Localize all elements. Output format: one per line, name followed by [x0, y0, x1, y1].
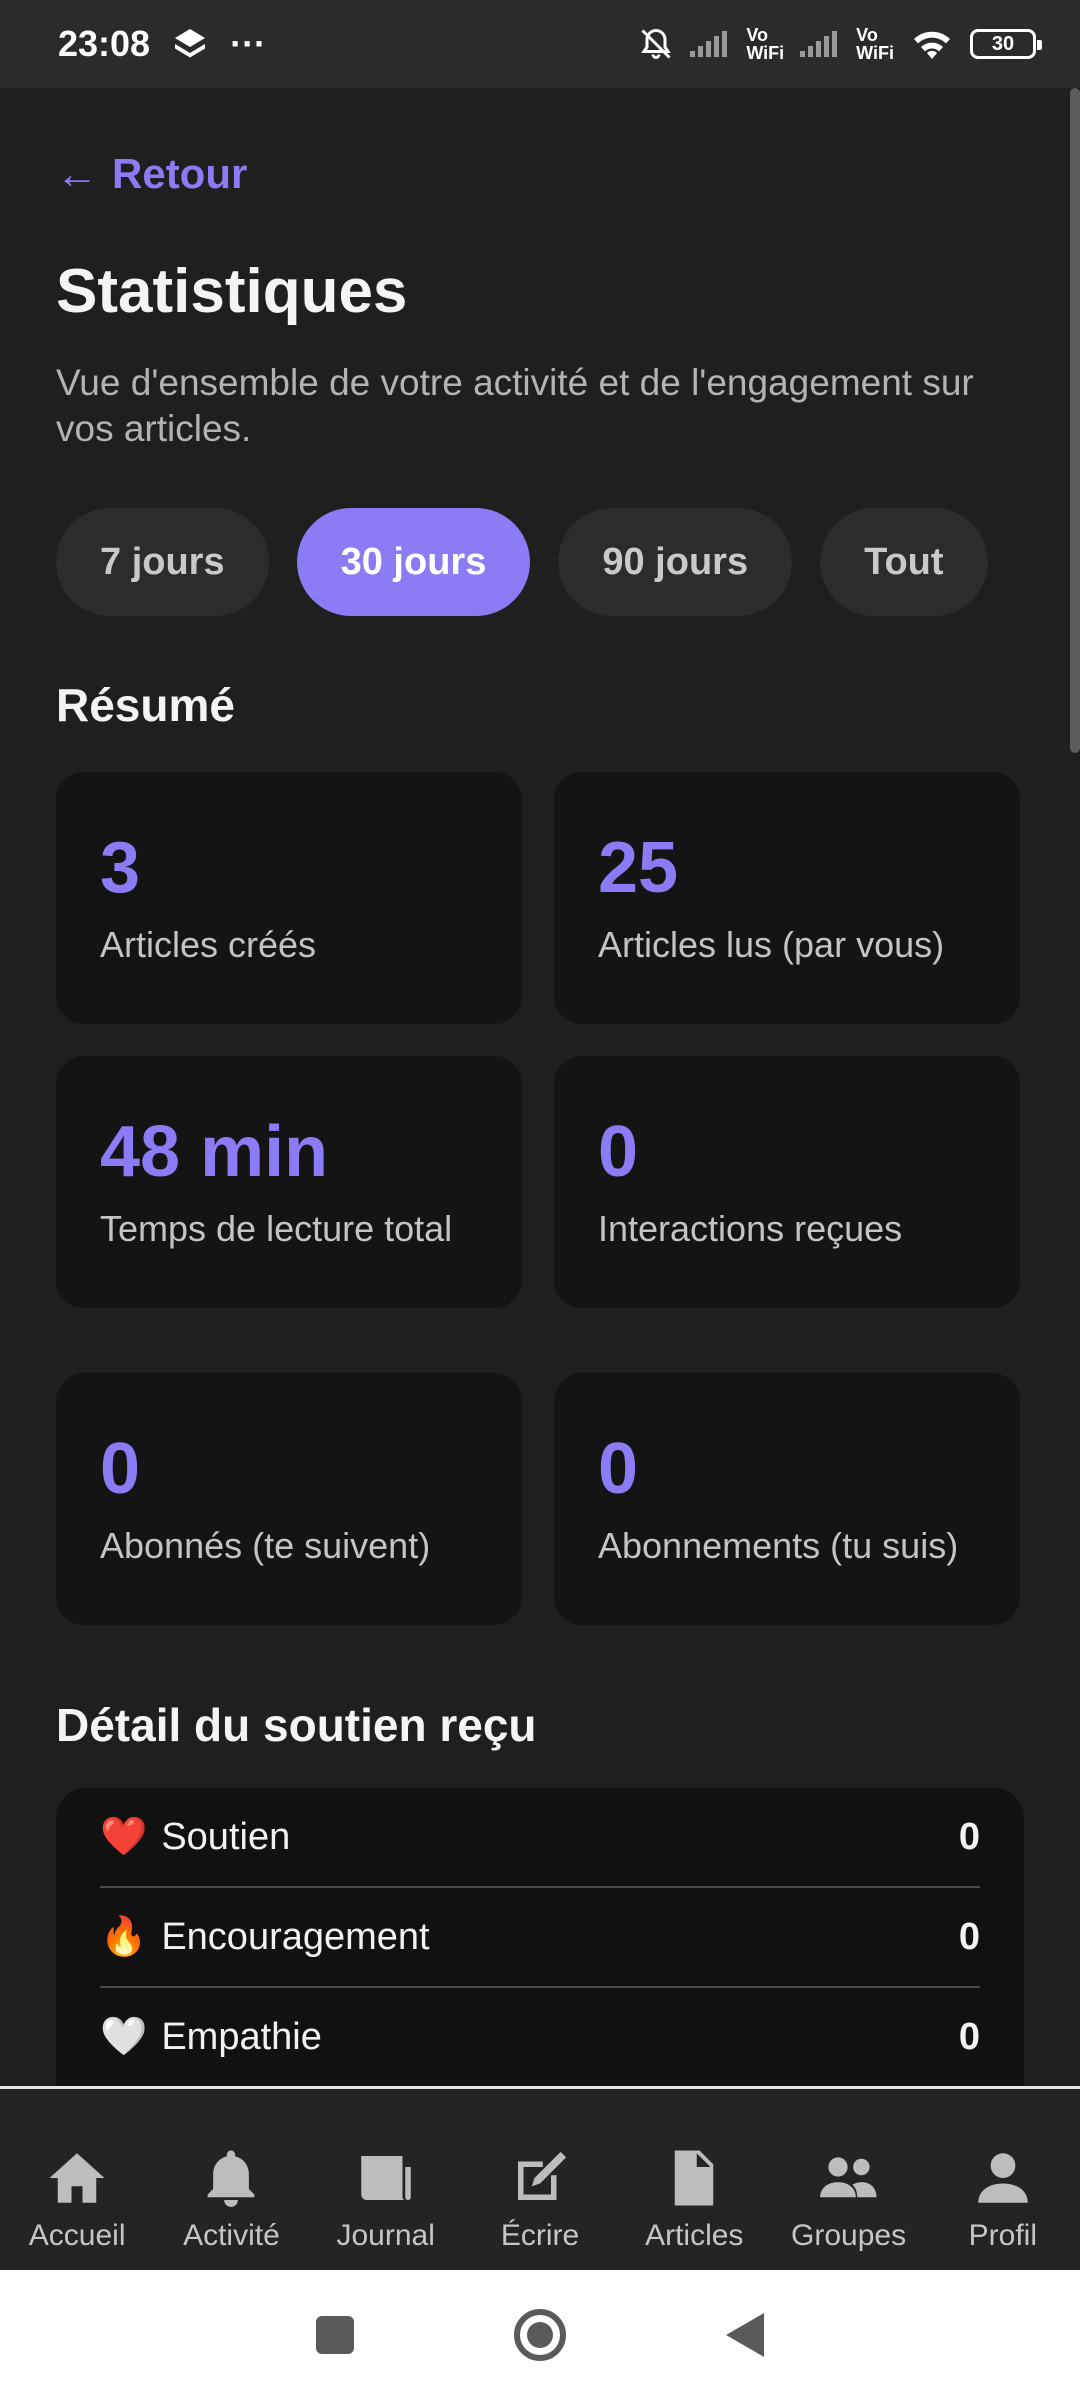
support-label: Soutien [161, 1815, 291, 1858]
period-filters: 7 jours 30 jours 90 jours Tout [56, 508, 988, 616]
stat-card-articles-created: 3 Articles créés [56, 772, 522, 1024]
battery-icon: 30 [970, 29, 1042, 59]
stat-value: 0 [100, 1429, 141, 1509]
stat-label: Abonnés (te suivent) [100, 1525, 431, 1566]
bell-muted-icon [641, 28, 672, 59]
system-nav-bar [0, 2270, 1080, 2400]
nav-activite[interactable]: Activité [154, 2145, 308, 2253]
support-row-name: ❤️ Soutien [100, 1815, 290, 1859]
back-button[interactable]: ← Retour [56, 150, 247, 198]
stat-value: 0 [598, 1429, 639, 1509]
edit-icon [517, 2151, 567, 2200]
nav-label: Articles [645, 2219, 744, 2252]
nav-articles[interactable]: Articles [617, 2145, 771, 2253]
group-icon [819, 2157, 877, 2198]
more-notifications-icon: ··· [230, 23, 267, 64]
status-bar: 23:08 ··· Vo WiFi Vo WiFi 30 [0, 0, 1080, 88]
document-icon [675, 2150, 714, 2206]
stats-page: ← Retour Statistiques Vue d'ensemble de … [0, 88, 1080, 2086]
nav-label: Groupes [791, 2219, 907, 2252]
support-title: Détail du soutien reçu [56, 1699, 537, 1751]
nav-ecrire[interactable]: Écrire [463, 2145, 617, 2253]
back-nav-button[interactable] [726, 2313, 764, 2357]
nav-label: Profil [968, 2219, 1037, 2252]
stat-value: 25 [598, 828, 679, 908]
support-count: 0 [958, 1815, 980, 1858]
support-label: Encouragement [161, 1915, 430, 1958]
page-title: Statistiques [56, 257, 408, 326]
page-subtitle: Vue d'ensemble de votre activité et de l… [56, 362, 974, 449]
stat-card-reading-time: 48 min Temps de lecture total [56, 1056, 522, 1308]
white-heart-icon: 🤍 [100, 2016, 148, 2058]
home-button[interactable] [514, 2309, 566, 2361]
support-count: 0 [958, 1915, 980, 1958]
home-icon [49, 2153, 105, 2203]
stat-value: 0 [598, 1112, 639, 1192]
vo-wifi-label-1: Vo WiFi [746, 25, 785, 63]
support-count: 0 [958, 2015, 980, 2058]
scrollbar[interactable] [1070, 88, 1080, 753]
status-left: 23:08 ··· [58, 23, 266, 65]
back-label: Retour [112, 150, 248, 197]
filter-30-days[interactable]: 30 jours [296, 508, 531, 616]
support-row-name: 🤍 Empathie [100, 2015, 322, 2059]
home-dot-icon [527, 2322, 553, 2348]
stat-label: Articles créés [100, 924, 317, 965]
nav-label: Écrire [500, 2219, 580, 2252]
stat-card-interactions: 0 Interactions reçues [554, 1056, 1020, 1308]
battery-level: 30 [991, 32, 1015, 55]
signal-icon-2 [800, 31, 838, 57]
status-time: 23:08 [58, 23, 151, 64]
filter-all[interactable]: Tout [820, 508, 988, 616]
stat-label: Abonnements (tu suis) [598, 1525, 959, 1566]
nav-profil[interactable]: Profil [926, 2145, 1080, 2253]
support-row-encouragement: 🔥 Encouragement 0 [100, 1888, 980, 1988]
heart-icon: ❤️ [100, 1816, 148, 1858]
user-icon [978, 2153, 1028, 2203]
nav-label: Activité [183, 2219, 280, 2252]
stat-card-articles-read: 25 Articles lus (par vous) [554, 772, 1020, 1024]
support-row-empathie: 🤍 Empathie 0 [100, 1988, 980, 2086]
bottom-nav: Accueil Activité Journal Écrire Articles… [0, 2086, 1080, 2270]
status-right: Vo WiFi Vo WiFi 30 [638, 25, 1042, 63]
recent-apps-button[interactable] [316, 2316, 354, 2354]
newspaper-icon [360, 2156, 411, 2200]
arrow-left-icon: ← [56, 150, 98, 197]
nav-journal[interactable]: Journal [309, 2145, 463, 2253]
stat-value: 48 min [100, 1112, 329, 1192]
stat-card-following: 0 Abonnements (tu suis) [554, 1373, 1020, 1625]
filter-7-days[interactable]: 7 jours [56, 508, 269, 616]
vo-wifi-label-2: Vo WiFi [856, 25, 894, 63]
summary-title: Résumé [56, 679, 235, 731]
filter-90-days[interactable]: 90 jours [558, 508, 793, 616]
stat-card-followers: 0 Abonnés (te suivent) [56, 1373, 522, 1625]
nav-label: Accueil [28, 2219, 126, 2252]
nav-accueil[interactable]: Accueil [0, 2145, 154, 2253]
support-row-soutien: ❤️ Soutien 0 [100, 1788, 980, 1888]
support-label: Empathie [161, 2015, 322, 2058]
nav-groupes[interactable]: Groupes [772, 2145, 926, 2253]
fire-icon: 🔥 [100, 1916, 148, 1958]
wifi-icon [914, 31, 950, 59]
app-notification-icon [175, 29, 206, 58]
stat-label: Temps de lecture total [100, 1208, 453, 1249]
stat-value: 3 [100, 828, 141, 908]
signal-icon-1 [690, 31, 728, 57]
bell-icon [208, 2150, 255, 2207]
stat-label: Interactions reçues [598, 1208, 903, 1249]
stat-label: Articles lus (par vous) [598, 924, 945, 965]
nav-label: Journal [336, 2219, 435, 2252]
support-row-name: 🔥 Encouragement [100, 1915, 430, 1959]
support-detail-card: ❤️ Soutien 0 🔥 Encouragement 0 🤍 Empathi… [56, 1788, 1024, 2086]
